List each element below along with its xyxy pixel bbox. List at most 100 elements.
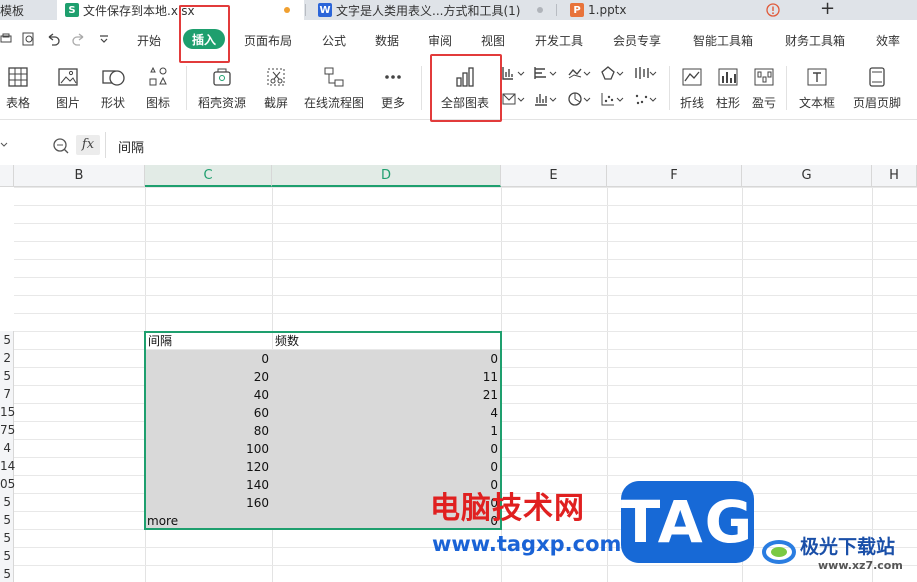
row-header[interactable]: 4 <box>0 439 14 457</box>
row-header[interactable]: 5 <box>0 331 14 349</box>
box-plot-icon <box>635 67 657 79</box>
row-header[interactable]: 7 <box>0 385 14 403</box>
function-fx-icon[interactable]: fx <box>76 135 100 155</box>
column-header-d[interactable]: D <box>272 165 501 187</box>
print-preview-icon[interactable] <box>22 32 36 46</box>
all-charts-highlight <box>430 54 502 122</box>
radar-chart-small-button[interactable] <box>597 62 627 84</box>
column-header-h[interactable]: H <box>872 165 917 187</box>
scatter-chart-icon <box>601 93 624 106</box>
tab-divider <box>556 4 557 16</box>
menu-efficiency[interactable]: 效率 <box>876 32 900 49</box>
picture-button[interactable]: 图片 <box>50 58 86 120</box>
screenshot-label: 截屏 <box>263 96 288 110</box>
row-header[interactable]: 5 <box>0 547 14 565</box>
new-tab-plus-icon[interactable]: + <box>820 0 835 19</box>
more-button[interactable]: 更多 <box>373 58 413 120</box>
row-header[interactable]: 5 <box>0 511 14 529</box>
column-header-e[interactable]: E <box>501 165 607 187</box>
formula-content: 间隔 <box>118 141 145 156</box>
column-chart-small-button[interactable] <box>498 62 528 84</box>
watermark-url: www.tagxp.com <box>432 532 622 556</box>
undo-icon[interactable] <box>46 32 60 46</box>
docer-resource-label: 稻壳资源 <box>197 96 246 110</box>
print-icon[interactable] <box>0 33 12 45</box>
sparkline-column-button[interactable]: 柱形 <box>712 58 744 120</box>
menu-review[interactable]: 审阅 <box>428 32 452 49</box>
tab-label: 文件保存到本地.xlsx <box>83 3 195 18</box>
online-flowchart-button[interactable]: 在线流程图 <box>302 58 366 120</box>
row-header[interactable]: 05 <box>0 475 15 493</box>
sparkline-winloss-button[interactable]: 盈亏 <box>748 58 780 120</box>
stock-chart-icon <box>535 94 557 106</box>
textbox-icon <box>807 68 827 86</box>
menu-developer-tools[interactable]: 开发工具 <box>535 32 583 49</box>
menu-data[interactable]: 数据 <box>375 32 399 49</box>
column-header-g[interactable]: G <box>742 165 872 187</box>
pie-chart-small-button[interactable] <box>564 88 594 110</box>
docer-resource-icon <box>213 68 231 86</box>
menu-member[interactable]: 会员专享 <box>613 32 661 49</box>
row-header[interactable]: 15 <box>0 403 15 421</box>
online-flowchart-label: 在线流程图 <box>303 96 364 110</box>
sparkline-line-button[interactable]: 折线 <box>676 58 708 120</box>
menu-finance-toolbox[interactable]: 财务工具箱 <box>785 32 845 49</box>
flowchart-icon <box>324 67 344 87</box>
formula-input[interactable]: 间隔 <box>105 132 917 158</box>
redo-icon[interactable] <box>72 32 86 46</box>
row-header[interactable]: 2 <box>0 349 14 367</box>
row-header[interactable]: 5 <box>0 367 14 385</box>
sparkline-column-icon <box>718 68 738 86</box>
menu-formula[interactable]: 公式 <box>322 32 346 49</box>
icon-button[interactable]: 图标 <box>140 58 176 120</box>
tab-status-dot-icon <box>537 7 543 13</box>
area-chart-icon <box>502 93 525 105</box>
scatter-chart-small-button[interactable] <box>597 88 627 110</box>
tab-template[interactable]: 模板 <box>0 0 56 20</box>
sparkline-line-label: 折线 <box>679 96 704 110</box>
sparkline-winloss-label: 盈亏 <box>751 96 776 110</box>
shape-label: 形状 <box>100 96 125 110</box>
row-header[interactable]: 5 <box>0 565 14 582</box>
tab-label: 文字是人类用表义...方式和工具(1) <box>336 3 521 18</box>
column-header-c[interactable]: C <box>145 165 272 187</box>
gridline <box>14 241 917 242</box>
row-header[interactable]: 75 <box>0 421 15 439</box>
menu-view[interactable]: 视图 <box>481 32 505 49</box>
zoom-search-icon[interactable] <box>52 137 70 155</box>
tab-word-doc[interactable]: W 文字是人类用表义...方式和工具(1) <box>308 0 555 20</box>
shape-button[interactable]: 形状 <box>95 58 131 120</box>
line-chart-small-button[interactable] <box>564 62 594 84</box>
pie-chart-icon <box>568 92 591 106</box>
menu-smart-toolbox[interactable]: 智能工具箱 <box>693 32 753 49</box>
dropdown-arrow-icon[interactable] <box>99 35 109 43</box>
table-icon <box>8 67 28 87</box>
table-button[interactable]: 表格 <box>3 58 33 120</box>
header-footer-icon <box>869 67 885 87</box>
line-chart-icon <box>568 68 591 79</box>
ribbon-divider <box>421 66 422 110</box>
document-tab-bar: 模板 S 文件保存到本地.xlsx W 文字是人类用表义...方式和工具(1) … <box>0 0 917 20</box>
name-box-dropdown-icon[interactable] <box>0 140 8 150</box>
site-logo-text: 极光下载站 <box>800 536 896 558</box>
header-footer-button[interactable]: 页眉页脚 <box>849 58 905 120</box>
menu-page-layout[interactable]: 页面布局 <box>244 32 292 49</box>
menu-start[interactable]: 开始 <box>137 32 161 49</box>
tab-pptx-file[interactable]: P 1.pptx <box>560 0 800 20</box>
warning-icon[interactable] <box>766 3 780 17</box>
docer-resource-button[interactable]: 稻壳资源 <box>196 58 248 120</box>
dot-chart-small-button[interactable] <box>630 88 660 110</box>
column-header-b[interactable]: B <box>14 165 145 187</box>
stock-chart-small-button[interactable] <box>530 88 560 110</box>
bar-chart-small-button[interactable] <box>530 62 560 84</box>
row-header[interactable]: 14 <box>0 457 15 475</box>
envelope-chart-small-button[interactable] <box>498 88 528 110</box>
formula-bar: fx 间隔 <box>0 132 917 158</box>
row-header[interactable]: 5 <box>0 529 14 547</box>
textbox-button[interactable]: 文本框 <box>792 58 842 120</box>
row-header[interactable]: 5 <box>0 493 14 511</box>
tab-label: 1.pptx <box>588 3 627 17</box>
column-header-f[interactable]: F <box>607 165 742 187</box>
box-chart-small-button[interactable] <box>630 62 660 84</box>
screenshot-button[interactable]: 截屏 <box>258 58 294 120</box>
